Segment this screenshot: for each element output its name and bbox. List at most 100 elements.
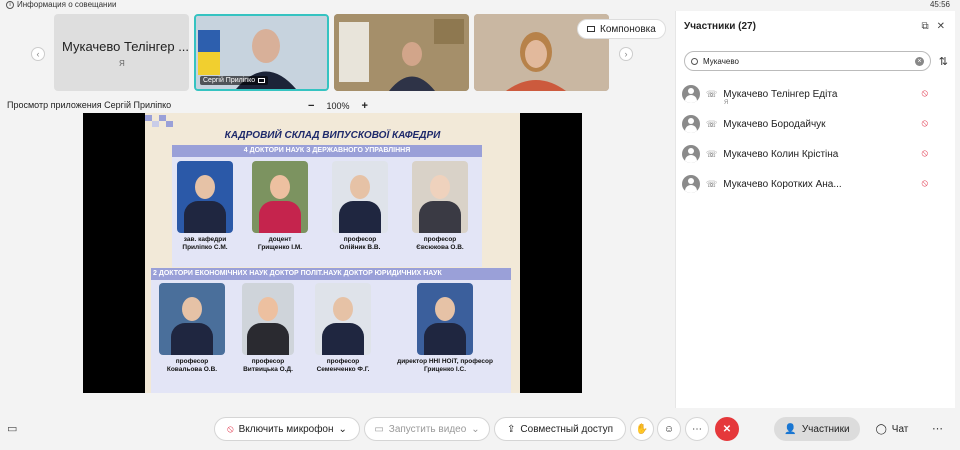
next-page-button[interactable]: › (619, 47, 633, 61)
video-off-icon: ▭ (374, 423, 384, 435)
people-icon: 👤 (784, 423, 797, 435)
slide-person: професор Ковальова О.В. (157, 283, 227, 374)
phone-audio-icon: ☏ (706, 88, 718, 99)
clear-search-icon[interactable]: × (915, 56, 924, 66)
person-name: Семенченко Ф.Г. (316, 366, 370, 373)
person-photo (159, 283, 225, 355)
mic-muted-icon[interactable]: ⦸ (921, 88, 928, 99)
participant-item[interactable]: ☏ Мукачево Коротких Ана... ⦸ (682, 169, 948, 199)
person-name: Ковальова О.В. (166, 366, 218, 373)
video-frame-room (334, 14, 469, 91)
participant-self-tag: Я (724, 100, 729, 106)
participant-name: Мукачево Бородайчук (723, 118, 826, 130)
person-name: Приліпко С.М. (182, 244, 228, 251)
mic-muted-icon[interactable]: ⦸ (921, 178, 928, 189)
search-icon (691, 57, 698, 65)
reactions-button[interactable]: ☺ (657, 417, 681, 441)
participants-panel: Участники (27) ⧉ ✕ Мукачево × ⇅ ☏ Мукаче… (675, 11, 955, 408)
mic-muted-icon[interactable]: ⦸ (921, 118, 928, 129)
slide-band-1: 4 ДОКТОРИ НАУК З ДЕРЖАВНОГО УПРАВЛІННЯ (172, 145, 482, 157)
slide-person: професор Євсюкова О.В. (410, 161, 470, 252)
screen-share-icon (258, 78, 266, 83)
person-photo (417, 283, 473, 355)
person-name: Євсюкова О.В. (416, 244, 464, 251)
person-role: професор (423, 236, 457, 243)
meeting-topbar: i Информация о совещании 45:56 (0, 0, 960, 11)
more-button[interactable]: ⋯ (685, 417, 709, 441)
participant-item[interactable]: ☏ Мукачево Телінгер Едіта Я ⦸ (682, 79, 948, 109)
chat-label: Чат (891, 423, 909, 435)
layout-label: Компоновка (600, 23, 656, 35)
close-icon: ✕ (722, 423, 732, 435)
person-name: Грищенко І.М. (257, 244, 303, 251)
zoom-controls: − 100% + (308, 100, 368, 112)
zoom-level: 100% (326, 101, 350, 111)
slide-person: професор Семенченко Ф.Г. (308, 283, 378, 374)
close-icon[interactable]: ✕ (937, 21, 945, 32)
meeting-timer: 45:56 (929, 0, 950, 9)
video-tile-participant-2[interactable] (334, 14, 469, 91)
avatar (682, 175, 700, 193)
person-name: Олійник В.В. (339, 244, 381, 251)
more-options-icon[interactable]: ⋯ (932, 422, 943, 435)
participant-search-input[interactable]: Мукачево × (684, 51, 931, 71)
slide-person: директор ННІ НОіТ, професор Гриценко І.С… (385, 283, 505, 374)
person-role: професор (251, 358, 285, 365)
person-photo (242, 283, 294, 355)
video-tile-active-speaker[interactable]: Сергій Приліпко (194, 14, 329, 91)
participant-list: ☏ Мукачево Телінгер Едіта Я ⦸ ☏ Мукачево… (682, 79, 948, 199)
sort-icon[interactable]: ⇅ (939, 55, 948, 68)
participant-name: Мукачево Коротких Ана... (723, 178, 842, 190)
share-label: Совместный доступ (520, 423, 613, 435)
captions-icon[interactable]: ▭ (7, 422, 17, 435)
participant-item[interactable]: ☏ Мукачево Колин Крістіна ⦸ (682, 139, 948, 169)
person-photo (332, 161, 388, 233)
zoom-in-button[interactable]: + (361, 100, 367, 112)
app-view-title: Просмотр приложения Сергій Приліпко (7, 100, 172, 110)
app-view-bar: Просмотр приложения Сергій Приліпко − 10… (0, 100, 672, 114)
emoji-icon: ☺ (663, 423, 675, 435)
person-role: професор (326, 358, 360, 365)
participant-name: Мукачево Колин Крістіна (723, 148, 839, 160)
zoom-out-button[interactable]: − (308, 100, 314, 112)
hand-icon: ✋ (635, 423, 649, 435)
video-tile-self[interactable]: Мукачево Телінгер ... Я (54, 14, 189, 91)
person-name: Гриценко І.С. (424, 366, 466, 373)
slide-person: зав. кафедри Приліпко С.М. (175, 161, 235, 252)
main-stage: ‹ Мукачево Телінгер ... Я Сергій Приліпк… (0, 11, 672, 408)
raise-hand-button[interactable]: ✋ (630, 417, 654, 441)
person-photo (412, 161, 468, 233)
more-icon: ⋯ (692, 423, 702, 435)
start-video-button[interactable]: ▭ Запустить видео ⌄ (364, 417, 490, 441)
prev-page-button[interactable]: ‹ (31, 47, 45, 61)
share-screen-button[interactable]: ⇪ Совместный доступ (494, 417, 626, 441)
mic-muted-icon[interactable]: ⦸ (921, 148, 928, 159)
avatar (682, 85, 700, 103)
unmute-button[interactable]: ⦸ Включить микрофон ⌄ (214, 417, 360, 441)
search-value: Мукачево (703, 56, 739, 66)
meeting-info-button[interactable]: i Информация о совещании (6, 0, 116, 9)
person-role: професор (175, 358, 209, 365)
mic-off-icon: ⦸ (227, 423, 234, 435)
popout-icon[interactable]: ⧉ (921, 21, 928, 32)
unmute-label: Включить микрофон (238, 423, 334, 435)
participants-button[interactable]: 👤 Участники (774, 417, 860, 441)
slide-person: професор Олійник В.В. (330, 161, 390, 252)
chevron-down-icon[interactable]: ⌄ (471, 424, 479, 435)
speaker-name: Сергій Приліпко (203, 77, 256, 84)
phone-audio-icon: ☏ (706, 118, 718, 129)
chat-button[interactable]: ◯ Чат (868, 417, 916, 441)
slide-person: професор Витвицька О.Д. (235, 283, 301, 374)
layout-button[interactable]: Компоновка (577, 19, 666, 39)
shared-screen[interactable]: КАДРОВИЙ СКЛАД ВИПУСКОВОЇ КАФЕДРИ 4 ДОКТ… (83, 113, 582, 393)
start-video-label: Запустить видео (388, 423, 467, 435)
chat-icon: ◯ (875, 423, 887, 435)
panel-controls: ⧉ ✕ (921, 21, 945, 32)
chevron-down-icon[interactable]: ⌄ (339, 424, 347, 435)
leave-meeting-button[interactable]: ✕ (715, 417, 739, 441)
video-tile-sub: Я (119, 59, 125, 68)
avatar (682, 115, 700, 133)
slide-decoration (145, 115, 173, 127)
phone-audio-icon: ☏ (706, 148, 718, 159)
participant-item[interactable]: ☏ Мукачево Бородайчук ⦸ (682, 109, 948, 139)
